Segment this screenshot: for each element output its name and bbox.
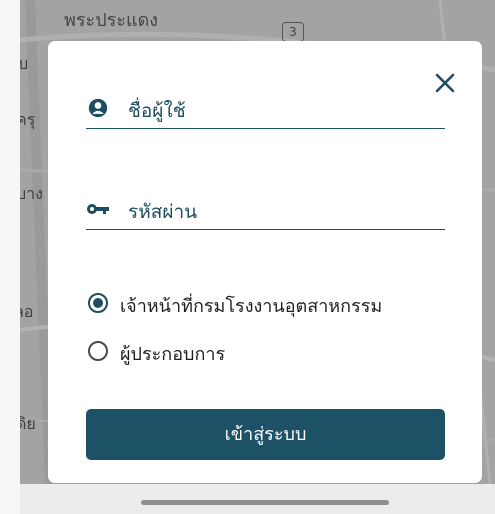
key-icon <box>87 204 109 214</box>
username-field[interactable]: ชื่อผู้ใช้ <box>86 92 445 129</box>
map-label: ครุ <box>20 110 36 129</box>
bottom-strip <box>20 484 495 514</box>
password-placeholder: รหัสผ่าน <box>128 201 198 223</box>
password-field[interactable]: รหัสผ่าน <box>86 193 445 230</box>
home-indicator <box>141 500 389 505</box>
user-circle-icon <box>88 98 108 118</box>
login-button[interactable]: เข้าสู่ระบบ <box>86 409 445 460</box>
role-label: ผู้ประกอบการ <box>120 344 226 365</box>
map-label-phra-pradaeng: พระประแดง <box>64 10 159 31</box>
role-label: เจ้าหน้าที่กรมโรงงานอุตสาหกรรม <box>120 296 383 317</box>
map-label: ดิย <box>20 414 36 433</box>
radio-unchecked[interactable] <box>88 341 108 361</box>
road-number-badge: 3 <box>282 22 304 42</box>
map-label: ลอ <box>20 302 34 321</box>
username-placeholder: ชื่อผู้ใช้ <box>128 100 186 122</box>
radio-checked[interactable] <box>88 293 108 313</box>
map-label: บ <box>20 54 29 73</box>
login-dialog: ชื่อผู้ใช้ รหัสผ่าน เจ้าหน้าที่กรมโรงงาน… <box>48 41 482 483</box>
left-gutter <box>0 0 20 514</box>
map-label: บาง <box>20 184 43 203</box>
